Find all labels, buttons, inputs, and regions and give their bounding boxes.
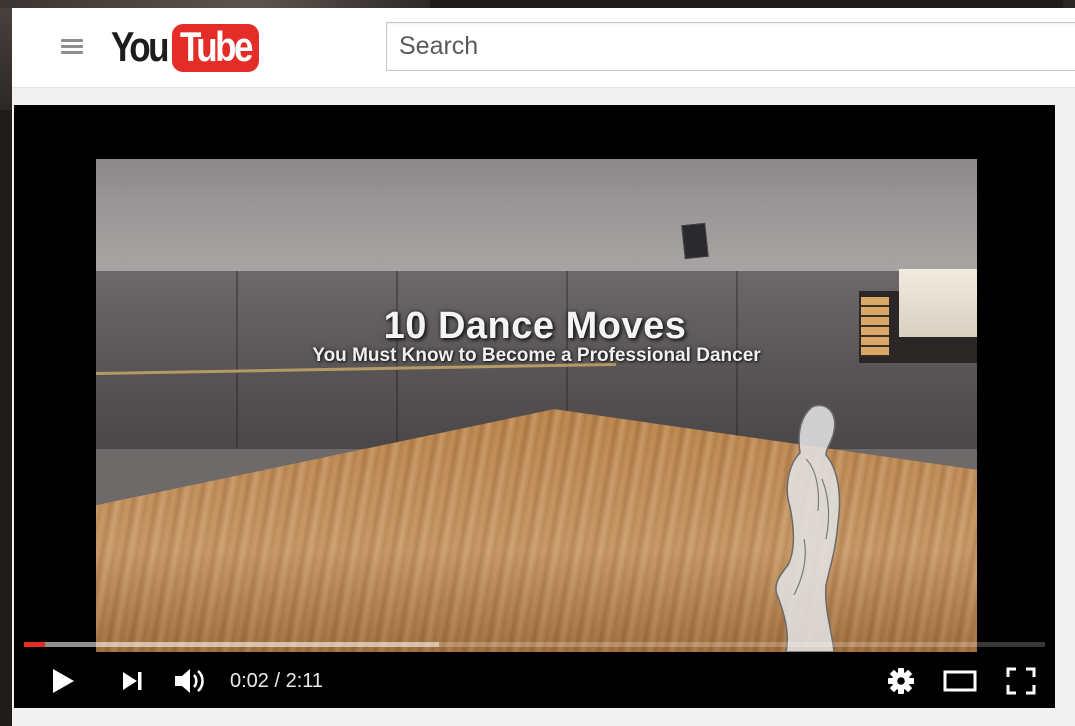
mirror-seam [236, 271, 238, 447]
theater-mode-button[interactable] [942, 664, 978, 698]
time-display: 0:02 / 2:11 [230, 670, 324, 692]
play-button[interactable] [48, 664, 78, 698]
theater-mode-icon [943, 670, 977, 692]
browser-window: You Tube 10 [12, 8, 1075, 726]
progress-bar[interactable] [24, 642, 1045, 647]
menu-icon-bar [61, 45, 83, 48]
menu-icon[interactable] [61, 39, 83, 55]
menu-icon-bar [61, 39, 83, 42]
wall-poster [681, 222, 709, 260]
volume-icon [175, 669, 204, 693]
fullscreen-button[interactable] [1004, 664, 1038, 698]
youtube-logo[interactable]: You Tube [111, 22, 260, 74]
door-glass [861, 297, 889, 357]
next-button[interactable] [117, 664, 147, 698]
next-icon [123, 672, 142, 690]
studio-wall [96, 159, 977, 289]
video-frame[interactable]: 10 Dance Moves You Must Know to Become a… [96, 159, 977, 652]
video-subtitle-overlay: You Must Know to Become a Professional D… [312, 345, 761, 366]
page-below-player [12, 708, 1075, 726]
video-player[interactable]: 10 Dance Moves You Must Know to Become a… [14, 105, 1055, 708]
player-controls: 0:02 / 2:11 [14, 655, 1055, 708]
search-box [386, 22, 1075, 71]
menu-icon-bar [61, 51, 83, 54]
fullscreen-icon [1006, 667, 1036, 695]
settings-icon [888, 668, 914, 694]
play-icon [53, 669, 74, 693]
settings-button[interactable] [886, 664, 916, 698]
lit-room [899, 269, 977, 337]
masthead: You Tube [12, 8, 1075, 88]
logo-tube-box: Tube [172, 24, 260, 72]
progress-played [24, 642, 46, 647]
video-title-overlay: 10 Dance Moves [383, 305, 687, 347]
search-input[interactable] [387, 23, 1075, 70]
volume-button[interactable] [172, 664, 208, 698]
dancer-sketch [775, 404, 841, 652]
background-top [0, 0, 430, 8]
logo-you-text: You [111, 24, 170, 71]
progress-buffered [24, 642, 439, 647]
logo-tube-text: Tube [180, 24, 254, 71]
